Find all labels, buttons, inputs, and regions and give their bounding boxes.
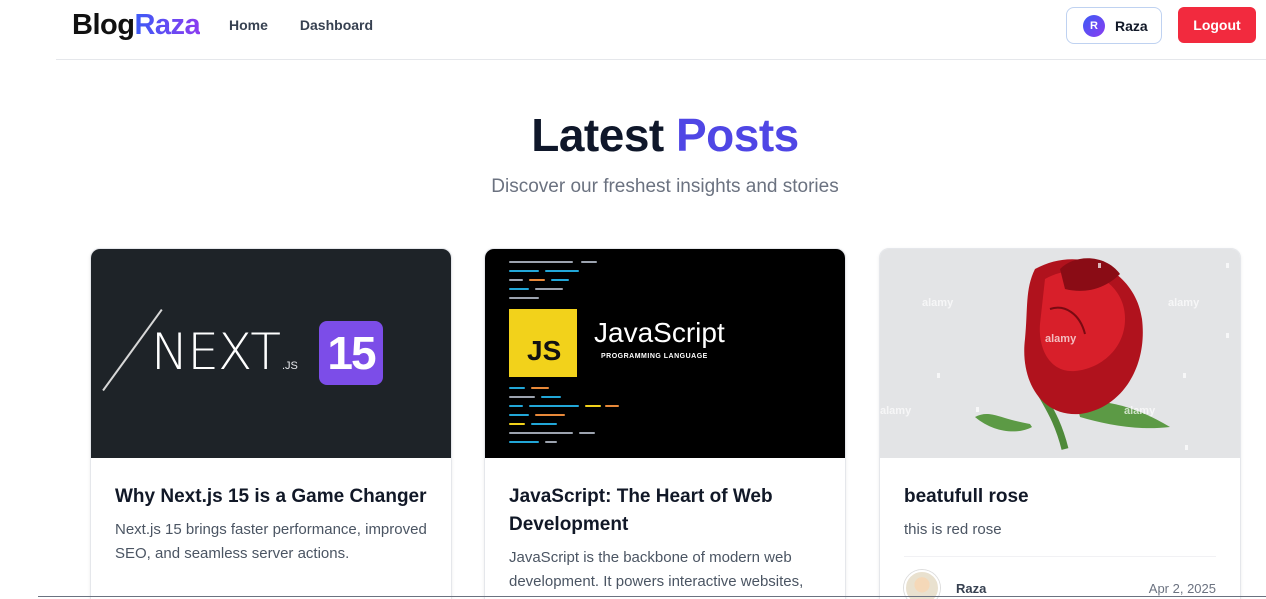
post-title[interactable]: Why Next.js 15 is a Game Changer	[115, 483, 427, 511]
watermark-mark	[1226, 263, 1229, 268]
post-card[interactable]: NEXT .JS 15 Why Next.js 15 is a Game Cha…	[90, 248, 452, 599]
code-line-decoration	[509, 261, 573, 263]
post-card[interactable]: JS JavaScript PROGRAMMING LANGUAGE JavaS…	[484, 248, 846, 599]
code-line-decoration	[605, 405, 619, 407]
watermark-text: alamy	[1168, 297, 1200, 309]
viewport-edge-divider	[38, 596, 1266, 597]
code-line-decoration	[551, 279, 569, 281]
code-line-decoration	[509, 441, 539, 443]
code-line-decoration	[509, 270, 539, 272]
nav-dashboard-link[interactable]: Dashboard	[300, 17, 373, 33]
post-excerpt: this is red rose	[904, 521, 1002, 538]
page-subtitle: Discover our freshest insights and stori…	[491, 176, 839, 197]
card-divider	[904, 556, 1216, 557]
post-date: Apr 2, 2025	[1148, 580, 1216, 596]
logout-button[interactable]: Logout	[1178, 7, 1256, 43]
code-line-decoration	[545, 270, 579, 272]
js-cover-title: JavaScript	[594, 317, 725, 348]
code-line-decoration	[509, 423, 525, 425]
title-posts: Posts	[676, 109, 799, 161]
rose-illustration	[975, 258, 1170, 450]
code-line-decoration	[535, 288, 563, 290]
post-card-body: JavaScript: The Heart of Web Development…	[485, 458, 845, 594]
watermark-text: alamy	[1045, 333, 1077, 345]
js-logo-text: JS	[527, 335, 562, 366]
code-line-decoration	[529, 279, 545, 281]
page-title: Latest Posts	[0, 108, 1266, 162]
code-line-decoration	[509, 288, 529, 290]
watermark-mark	[1226, 333, 1229, 338]
post-excerpt: JavaScript is the backbone of modern web…	[509, 549, 804, 590]
version-badge: 15	[319, 321, 383, 385]
code-line-decoration	[529, 405, 579, 407]
js-cover-subtitle: PROGRAMMING LANGUAGE	[601, 353, 708, 360]
next-logo-suffix: .JS	[282, 360, 298, 372]
title-latest: Latest	[531, 109, 664, 161]
code-line-decoration	[581, 261, 597, 263]
post-card-body: Why Next.js 15 is a Game Changer Next.js…	[91, 458, 451, 566]
user-name: Raza	[1115, 17, 1148, 34]
nav-home-link[interactable]: Home	[229, 17, 268, 33]
user-profile-button[interactable]: R Raza	[1066, 7, 1162, 44]
post-author[interactable]: Raza	[956, 581, 986, 596]
code-line-decoration	[531, 423, 557, 425]
logo-text-blog: Blog	[72, 9, 135, 41]
post-card-body: beatufull rose this is red rose Raza Apr…	[880, 458, 1240, 599]
main-nav: Home Dashboard	[229, 17, 373, 33]
code-line-decoration	[509, 387, 525, 389]
post-title[interactable]: beatufull rose	[904, 483, 1216, 511]
code-line-decoration	[509, 432, 573, 434]
watermark-mark	[1098, 263, 1101, 268]
code-line-decoration	[535, 414, 565, 416]
code-line-decoration	[509, 414, 529, 416]
site-header: BlogRaza Home Dashboard R Raza Logout	[56, 0, 1266, 60]
code-line-decoration	[541, 396, 561, 398]
post-card[interactable]: alamy alamy alamy alamy alamy beatufull …	[879, 248, 1241, 599]
watermark-mark	[937, 373, 940, 378]
code-line-decoration	[509, 405, 523, 407]
post-cover-rose: alamy alamy alamy alamy alamy	[880, 249, 1240, 458]
post-title[interactable]: JavaScript: The Heart of Web Development	[509, 483, 821, 539]
post-excerpt: Next.js 15 brings faster performance, im…	[115, 521, 427, 562]
watermark-text: alamy	[1124, 405, 1156, 417]
js-logo: JS	[509, 309, 577, 377]
post-cover-nextjs: NEXT .JS 15	[91, 249, 451, 458]
post-cover-javascript: JS JavaScript PROGRAMMING LANGUAGE	[485, 249, 845, 458]
watermark-text: alamy	[880, 405, 912, 417]
watermark-mark	[1185, 445, 1188, 450]
site-logo[interactable]: BlogRaza	[72, 9, 201, 42]
code-line-decoration	[579, 432, 595, 434]
watermark-mark	[976, 407, 979, 412]
code-line-decoration	[509, 279, 523, 281]
code-line-decoration	[509, 297, 539, 299]
user-avatar: R	[1083, 14, 1105, 37]
next-logo-word: NEXT	[151, 323, 281, 381]
watermark-text: alamy	[922, 297, 954, 309]
code-line-decoration	[531, 387, 549, 389]
watermark-mark	[1183, 373, 1186, 378]
code-line-decoration	[585, 405, 601, 407]
author-avatar	[904, 570, 940, 599]
logo-text-raza: Raza	[134, 9, 201, 41]
code-line-decoration	[509, 396, 535, 398]
code-line-decoration	[545, 441, 557, 443]
